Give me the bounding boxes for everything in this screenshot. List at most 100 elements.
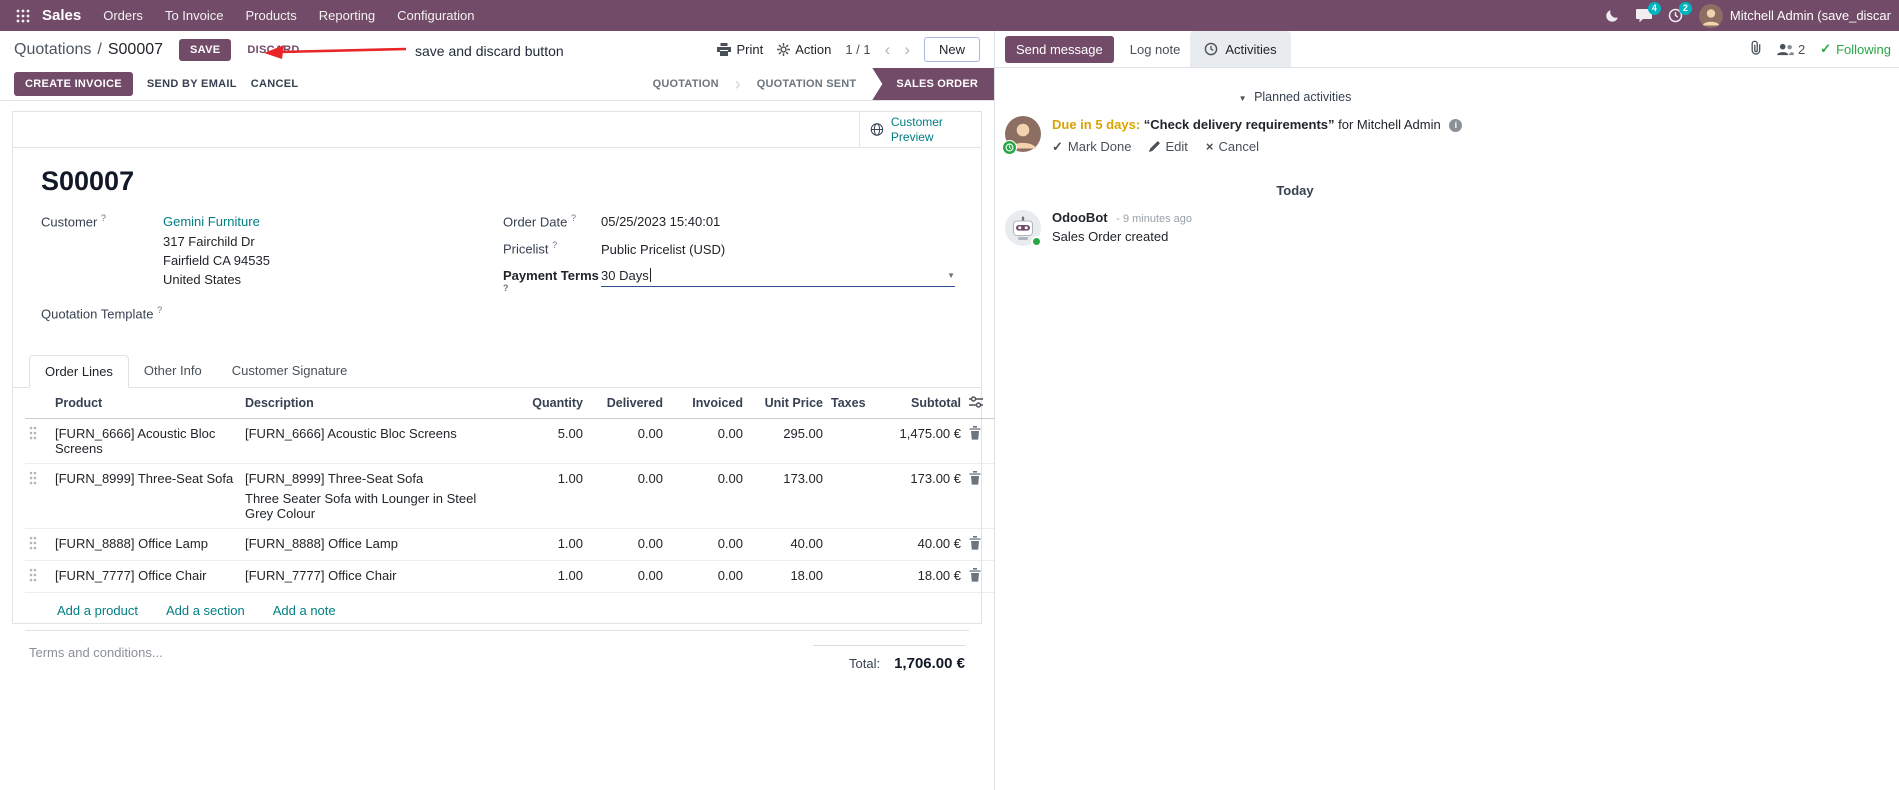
tab-other-info[interactable]: Other Info	[129, 355, 217, 387]
send-by-email-button[interactable]: SEND BY EMAIL	[147, 78, 237, 90]
save-button[interactable]: SAVE	[179, 38, 232, 61]
line-unit-price[interactable]: 18.00	[747, 560, 827, 593]
order-line-row[interactable]: [FURN_6666] Acoustic Bloc Screens [FURN_…	[25, 418, 994, 464]
line-description[interactable]: [FURN_8888] Office Lamp	[241, 528, 503, 561]
col-quantity[interactable]: Quantity	[503, 387, 587, 419]
add-a-section-link[interactable]: Add a section	[166, 603, 245, 618]
tab-customer-signature[interactable]: Customer Signature	[217, 355, 363, 387]
stage-quotation[interactable]: QUOTATION	[637, 68, 735, 100]
order-line-row[interactable]: [FURN_8999] Three-Seat Sofa [FURN_8999] …	[25, 463, 994, 529]
optional-columns-icon[interactable]	[969, 395, 983, 408]
line-invoiced[interactable]: 0.00	[667, 418, 747, 464]
add-a-note-link[interactable]: Add a note	[273, 603, 336, 618]
user-menu[interactable]: Mitchell Admin (save_discar	[1698, 3, 1891, 28]
nav-menu-to-invoice[interactable]: To Invoice	[155, 0, 234, 31]
line-description[interactable]: [FURN_6666] Acoustic Bloc Screens	[241, 418, 503, 464]
followers-button[interactable]: 2	[1777, 42, 1805, 57]
pager-next-icon[interactable]: ›	[904, 41, 910, 58]
col-description[interactable]: Description	[241, 387, 503, 419]
odoobot-avatar[interactable]	[1005, 209, 1042, 247]
drag-handle-icon[interactable]	[29, 471, 37, 485]
col-product[interactable]: Product	[51, 387, 241, 419]
line-invoiced[interactable]: 0.00	[667, 463, 747, 529]
line-taxes[interactable]	[827, 560, 877, 593]
order-date-value[interactable]: 05/25/2023 15:40:01	[601, 214, 720, 229]
drag-handle-icon[interactable]	[29, 536, 37, 550]
cancel-button[interactable]: CANCEL	[251, 78, 299, 90]
delete-line-icon[interactable]	[969, 567, 981, 582]
col-invoiced[interactable]: Invoiced	[667, 387, 747, 419]
line-invoiced[interactable]: 0.00	[667, 528, 747, 561]
nav-menu-reporting[interactable]: Reporting	[309, 0, 385, 31]
customer-preview-button[interactable]: Customer Preview	[859, 112, 981, 147]
line-product[interactable]: [FURN_8999] Three-Seat Sofa	[51, 463, 241, 529]
drag-handle-icon[interactable]	[29, 568, 37, 582]
line-unit-price[interactable]: 295.00	[747, 418, 827, 464]
add-a-product-link[interactable]: Add a product	[57, 603, 138, 618]
line-delivered[interactable]: 0.00	[587, 418, 667, 464]
pager-previous-icon[interactable]: ‹	[885, 41, 891, 58]
info-icon[interactable]: i	[1449, 118, 1463, 132]
order-line-row[interactable]: [FURN_7777] Office Chair [FURN_7777] Off…	[25, 560, 994, 593]
activities-clock-icon[interactable]: 2	[1668, 2, 1692, 23]
cancel-activity-button[interactable]: × Cancel	[1206, 139, 1259, 155]
dropdown-caret-icon[interactable]: ▼	[947, 271, 955, 280]
line-quantity[interactable]: 1.00	[503, 463, 587, 529]
delete-line-icon[interactable]	[969, 535, 981, 550]
print-menu[interactable]: Print	[717, 42, 763, 57]
tab-order-lines[interactable]: Order Lines	[29, 354, 129, 388]
stage-sales-order[interactable]: SALES ORDER	[872, 68, 994, 100]
line-unit-price[interactable]: 40.00	[747, 528, 827, 561]
line-delivered[interactable]: 0.00	[587, 528, 667, 561]
activity-avatar[interactable]	[1002, 116, 1041, 155]
create-invoice-button[interactable]: CREATE INVOICE	[14, 72, 133, 96]
col-taxes[interactable]: Taxes	[827, 387, 877, 419]
col-subtotal[interactable]: Subtotal	[877, 387, 965, 419]
nav-menu-orders[interactable]: Orders	[93, 0, 153, 31]
line-taxes[interactable]	[827, 528, 877, 561]
new-button[interactable]: New	[923, 37, 980, 62]
attachments-button[interactable]	[1748, 40, 1762, 58]
nav-menu-products[interactable]: Products	[235, 0, 306, 31]
delete-line-icon[interactable]	[969, 425, 981, 440]
terms-placeholder[interactable]: Terms and conditions...	[29, 645, 163, 672]
following-toggle[interactable]: ✓ Following	[1820, 41, 1891, 57]
line-description[interactable]: [FURN_8999] Three-Seat Sofa Three Seater…	[241, 463, 503, 529]
col-unit-price[interactable]: Unit Price	[747, 387, 827, 419]
line-product[interactable]: [FURN_8888] Office Lamp	[51, 528, 241, 561]
action-menu[interactable]: Action	[777, 42, 831, 57]
line-unit-price[interactable]: 173.00	[747, 463, 827, 529]
line-quantity[interactable]: 1.00	[503, 528, 587, 561]
activities-tab[interactable]: Activities	[1190, 31, 1291, 67]
line-delivered[interactable]: 0.00	[587, 463, 667, 529]
app-name-sales[interactable]: Sales	[40, 7, 91, 24]
apps-menu-icon[interactable]	[8, 9, 38, 23]
delete-line-icon[interactable]	[969, 470, 981, 485]
discard-button[interactable]: DISCARD	[241, 39, 305, 61]
edit-activity-button[interactable]: Edit	[1149, 139, 1188, 155]
breadcrumb-quotations[interactable]: Quotations	[14, 41, 91, 59]
send-message-button[interactable]: Send message	[1005, 35, 1114, 63]
stage-quotation-sent[interactable]: QUOTATION SENT	[741, 68, 873, 100]
line-invoiced[interactable]: 0.00	[667, 560, 747, 593]
line-quantity[interactable]: 5.00	[503, 418, 587, 464]
line-taxes[interactable]	[827, 418, 877, 464]
dark-mode-moon-icon[interactable]	[1605, 8, 1620, 23]
drag-handle-icon[interactable]	[29, 426, 37, 440]
order-line-row[interactable]: [FURN_8888] Office Lamp [FURN_8888] Offi…	[25, 528, 994, 561]
line-taxes[interactable]	[827, 463, 877, 529]
line-product[interactable]: [FURN_6666] Acoustic Bloc Screens	[51, 418, 241, 464]
messages-icon[interactable]: 4	[1635, 2, 1661, 23]
message-author[interactable]: OdooBot	[1052, 210, 1108, 225]
line-product[interactable]: [FURN_7777] Office Chair	[51, 560, 241, 593]
line-description[interactable]: [FURN_7777] Office Chair	[241, 560, 503, 593]
log-note-button[interactable]: Log note	[1130, 42, 1181, 57]
nav-menu-configuration[interactable]: Configuration	[387, 0, 484, 31]
pricelist-value[interactable]: Public Pricelist (USD)	[601, 242, 725, 257]
payment-terms-input[interactable]: 30 Days ▼	[601, 268, 955, 287]
mark-done-button[interactable]: ✓ Mark Done	[1052, 139, 1131, 155]
planned-activities-header[interactable]: ▼ Planned activities	[1005, 90, 1585, 104]
line-quantity[interactable]: 1.00	[503, 560, 587, 593]
line-delivered[interactable]: 0.00	[587, 560, 667, 593]
customer-link[interactable]: Gemini Furniture	[163, 214, 270, 229]
